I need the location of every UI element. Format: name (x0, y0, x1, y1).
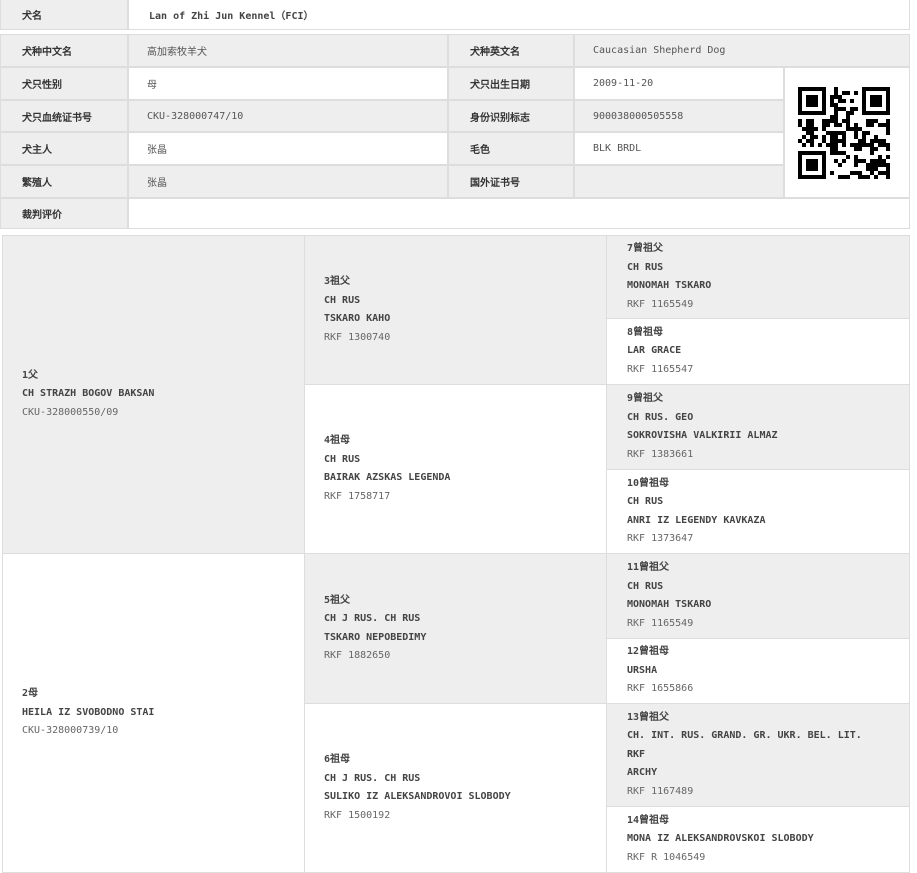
ggp7-reg: RKF 1165549 (627, 298, 694, 310)
ggp7-relation: 7曾祖父 (627, 243, 664, 254)
gp6-title: CH J RUS. CH RUS (324, 772, 421, 784)
dam-name: HEILA IZ SVOBODNO STAI (22, 706, 155, 718)
breed-en-value: Caucasian Shepherd Dog (574, 34, 910, 67)
judge-label: 裁判评价 (0, 198, 128, 229)
ggp9-title: CH RUS. GEO (627, 411, 694, 423)
sex-label: 犬只性别 (0, 67, 128, 100)
ggp13-title-cont: RKF (627, 748, 646, 760)
pedigree-ggp7: 7曾祖父 CH RUS MONOMAH TSKARO RKF 1165549 (606, 235, 910, 319)
id-mark-label: 身份识别标志 (448, 100, 574, 132)
gp6-reg: RKF 1500192 (324, 809, 391, 821)
ggp10-relation: 10曾祖母 (627, 477, 670, 489)
ggp9-relation: 9曾祖父 (627, 393, 664, 404)
color-value: BLK BRDL (574, 132, 784, 165)
gp6-name: SULIKO IZ ALEKSANDROVOI SLOBODY (324, 791, 511, 802)
ggp13-relation: 13曾祖父 (627, 711, 670, 723)
dam-relation: 2母 (22, 688, 39, 700)
gp4-name: BAIRAK AZSKAS LEGENDA (324, 472, 451, 483)
ggp11-reg: RKF 1165549 (627, 617, 694, 629)
dam-reg: CKU-328000739/10 (22, 725, 119, 737)
ggp14-reg: RKF R 1046549 (627, 851, 706, 863)
id-mark-value: 900038000505558 (574, 100, 784, 132)
owner-value: 张晶 (128, 132, 448, 165)
gp6-relation: 6祖母 (324, 754, 351, 765)
breeder-value: 张晶 (128, 165, 448, 198)
pedigree-no-label: 犬只血统证书号 (0, 100, 128, 132)
ggp10-title: CH RUS (627, 496, 664, 507)
gp5-name: TSKARO NEPOBEDIMY (324, 631, 427, 643)
ggp14-name: MONA IZ ALEKSANDROVSKOI SLOBODY (627, 833, 814, 845)
ggp10-name: ANRI IZ LEGENDY KAVKAZA (627, 514, 766, 526)
ggp13-reg: RKF 1167489 (627, 785, 694, 797)
name-label: 犬名 (0, 0, 128, 30)
ggp14-relation: 14曾祖母 (627, 814, 670, 826)
pedigree-ggp14: 14曾祖母 MONA IZ ALEKSANDROVSKOI SLOBODY RK… (606, 806, 910, 873)
gp5-title: CH J RUS. CH RUS (324, 613, 421, 624)
breed-en-label: 犬种英文名 (448, 34, 574, 67)
pedigree-ggp8: 8曾祖母 LAR GRACE RKF 1165547 (606, 318, 910, 385)
gp5-relation: 5祖父 (324, 594, 351, 606)
gp4-relation: 4祖母 (324, 435, 351, 446)
ggp11-title: CH RUS (627, 580, 664, 592)
qr-code-icon (798, 87, 890, 179)
pedigree-ggp9: 9曾祖父 CH RUS. GEO SOKROVISHA VALKIRII ALM… (606, 384, 910, 470)
ggp13-name: ARCHY (627, 767, 658, 779)
pedigree-gp4: 4祖母 CH RUS BAIRAK AZSKAS LEGENDA RKF 175… (304, 384, 607, 554)
owner-label: 犬主人 (0, 132, 128, 165)
gp3-reg: RKF 1300740 (324, 331, 391, 343)
color-label: 毛色 (448, 132, 574, 165)
sire-relation: 1父 (22, 369, 39, 381)
ggp12-relation: 12曾祖母 (627, 646, 670, 658)
ggp8-relation: 8曾祖母 (627, 326, 664, 338)
ggp7-title: CH RUS (627, 261, 664, 273)
gp3-name: TSKARO KAHO (324, 313, 391, 324)
gp4-reg: RKF 1758717 (324, 490, 391, 502)
gp3-relation: 3祖父 (324, 276, 351, 287)
breed-cn-value: 高加索牧羊犬 (128, 34, 448, 67)
ggp8-name: LAR GRACE (627, 345, 682, 357)
ggp12-name: URSHA (627, 664, 658, 676)
ggp8-reg: RKF 1165547 (627, 363, 694, 375)
pedigree-ggp13: 13曾祖父 CH. INT. RUS. GRAND. GR. UKR. BEL.… (606, 703, 910, 807)
ggp12-reg: RKF 1655866 (627, 683, 694, 695)
dob-label: 犬只出生日期 (448, 67, 574, 100)
gp4-title: CH RUS (324, 453, 361, 465)
sire-name: CH STRAZH BOGOV BAKSAN (22, 388, 155, 400)
foreign-cert-label: 国外证书号 (448, 165, 574, 198)
ggp13-title: CH. INT. RUS. GRAND. GR. UKR. BEL. LIT. (627, 730, 862, 742)
pedigree-gp5: 5祖父 CH J RUS. CH RUS TSKARO NEPOBEDIMY R… (304, 553, 607, 704)
pedigree-ggp12: 12曾祖母 URSHA RKF 1655866 (606, 638, 910, 704)
foreign-cert-value (574, 165, 784, 198)
pedigree-gp3: 3祖父 CH RUS TSKARO KAHO RKF 1300740 (304, 235, 607, 385)
breeder-label: 繁殖人 (0, 165, 128, 198)
ggp9-name: SOKROVISHA VALKIRII ALMAZ (627, 430, 778, 441)
pedigree-ggp11: 11曾祖父 CH RUS MONOMAH TSKARO RKF 1165549 (606, 553, 910, 639)
ggp9-reg: RKF 1383661 (627, 448, 694, 460)
ggp7-name: MONOMAH TSKARO (627, 280, 712, 291)
gp5-reg: RKF 1882650 (324, 650, 391, 661)
breed-cn-label: 犬种中文名 (0, 34, 128, 67)
sex-value: 母 (128, 67, 448, 100)
dog-info-table: 犬名 Lan of Zhi Jun Kennel（FCI） 犬种中文名 高加索牧… (0, 0, 917, 873)
pedigree-gp6: 6祖母 CH J RUS. CH RUS SULIKO IZ ALEKSANDR… (304, 703, 607, 873)
ggp11-name: MONOMAH TSKARO (627, 599, 712, 610)
judge-value (128, 198, 910, 229)
gp3-title: CH RUS (324, 294, 361, 306)
sire-reg: CKU-328000550/09 (22, 406, 119, 418)
name-value: Lan of Zhi Jun Kennel（FCI） (128, 0, 910, 30)
pedigree-dam: 2母 HEILA IZ SVOBODNO STAI CKU-328000739/… (2, 553, 305, 873)
ggp11-relation: 11曾祖父 (627, 562, 670, 573)
pedigree-ggp10: 10曾祖母 CH RUS ANRI IZ LEGENDY KAVKAZA RKF… (606, 469, 910, 554)
pedigree-sire: 1父 CH STRAZH BOGOV BAKSAN CKU-328000550/… (2, 235, 305, 554)
dob-value: 2009-11-20 (574, 67, 784, 100)
pedigree-no-value: CKU-328000747/10 (128, 100, 448, 132)
ggp10-reg: RKF 1373647 (627, 533, 694, 544)
